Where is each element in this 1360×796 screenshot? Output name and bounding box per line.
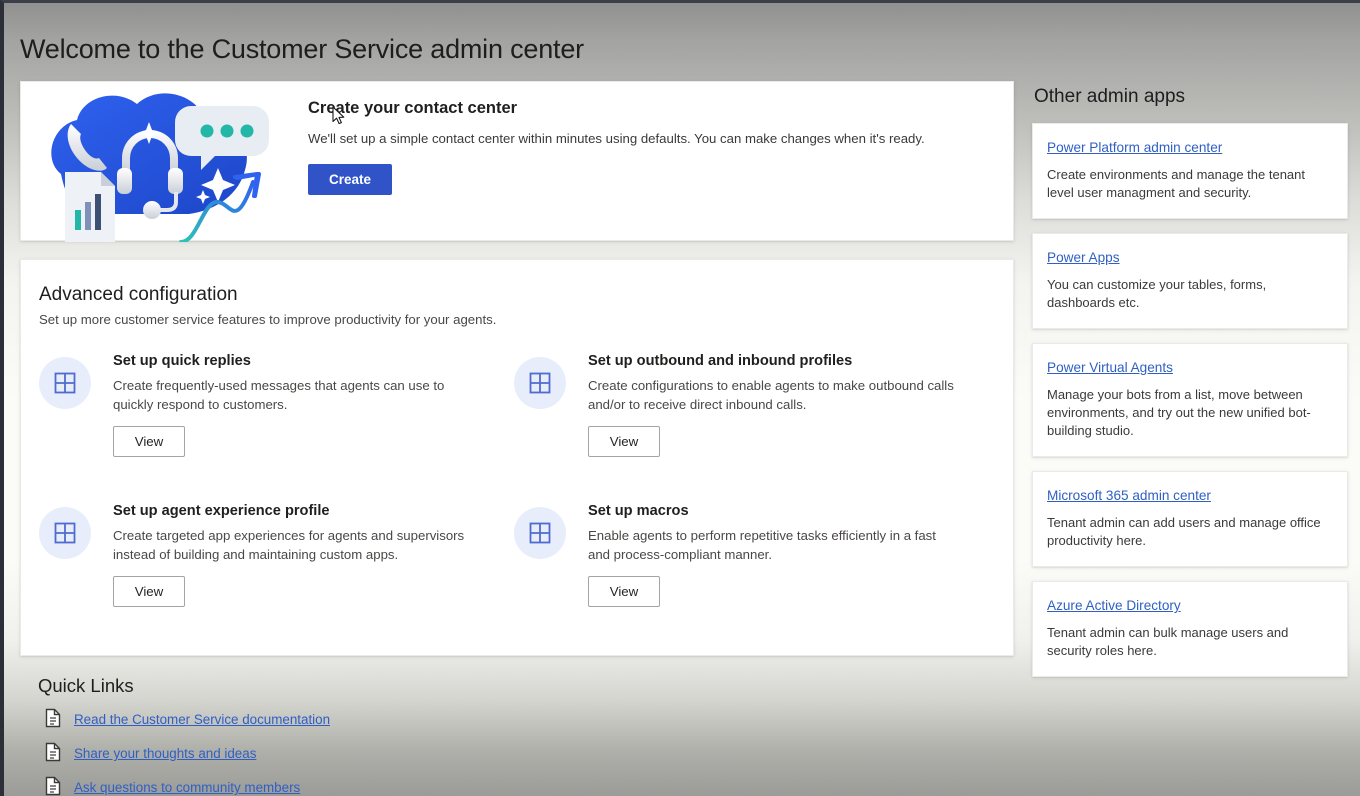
feature-title: Set up quick replies: [113, 351, 483, 371]
feature-description: Create frequently-used messages that age…: [113, 376, 483, 414]
view-quick-replies-button[interactable]: View: [113, 426, 185, 457]
page-title: Welcome to the Customer Service admin ce…: [4, 3, 1360, 67]
feature-body: Set up quick replies Create frequently-u…: [113, 351, 483, 457]
power-apps-link[interactable]: Power Apps: [1047, 249, 1120, 267]
feature-outbound-inbound-profiles: Set up outbound and inbound profiles Cre…: [514, 351, 991, 479]
other-admin-apps-column: Other admin apps Power Platform admin ce…: [1014, 81, 1348, 691]
feature-agent-experience-profile: Set up agent experience profile Create t…: [39, 501, 514, 629]
main-column: Create your contact center We'll set up …: [4, 81, 1014, 796]
azure-active-directory-link[interactable]: Azure Active Directory: [1047, 597, 1181, 615]
quick-link-label[interactable]: Read the Customer Service documentation: [74, 711, 330, 729]
feature-description: Enable agents to perform repetitive task…: [588, 526, 958, 564]
admin-app-card-power-platform: Power Platform admin center Create envir…: [1032, 123, 1348, 219]
feature-body: Set up outbound and inbound profiles Cre…: [588, 351, 958, 457]
advanced-configuration-title: Advanced configuration: [39, 282, 991, 308]
grid-icon: [514, 357, 566, 409]
feature-macros: Set up macros Enable agents to perform r…: [514, 501, 991, 629]
admin-app-card-microsoft-365: Microsoft 365 admin center Tenant admin …: [1032, 471, 1348, 567]
admin-app-card-power-virtual-agents: Power Virtual Agents Manage your bots fr…: [1032, 343, 1348, 457]
feature-title: Set up outbound and inbound profiles: [588, 351, 958, 371]
contact-center-illustration: [21, 82, 296, 242]
view-agent-experience-profile-button[interactable]: View: [113, 576, 185, 607]
quick-link-label[interactable]: Share your thoughts and ideas: [74, 745, 256, 763]
grid-icon: [39, 507, 91, 559]
power-platform-admin-center-link[interactable]: Power Platform admin center: [1047, 139, 1222, 157]
admin-app-description: Tenant admin can add users and manage of…: [1047, 514, 1331, 550]
feature-title: Set up macros: [588, 501, 958, 521]
feature-body: Set up agent experience profile Create t…: [113, 501, 483, 607]
admin-app-description: Tenant admin can bulk manage users and s…: [1047, 624, 1331, 660]
document-icon: [44, 776, 62, 796]
other-admin-apps-title: Other admin apps: [1034, 85, 1348, 109]
create-button[interactable]: Create: [308, 164, 392, 195]
admin-app-description: Create environments and manage the tenan…: [1047, 166, 1331, 202]
admin-app-card-azure-active-directory: Azure Active Directory Tenant admin can …: [1032, 581, 1348, 677]
admin-app-description: You can customize your tables, forms, da…: [1047, 276, 1331, 312]
create-contact-center-description: We'll set up a simple contact center wit…: [308, 130, 925, 148]
document-icon: [44, 708, 62, 733]
view-outbound-inbound-profiles-button[interactable]: View: [588, 426, 660, 457]
quick-link-row[interactable]: Ask questions to community members: [38, 777, 1014, 796]
grid-icon: [39, 357, 91, 409]
create-contact-center-body: Create your contact center We'll set up …: [296, 82, 945, 195]
quick-links-title: Quick Links: [38, 674, 1014, 698]
quick-link-row[interactable]: Share your thoughts and ideas: [38, 743, 1014, 765]
advanced-configuration-subtitle: Set up more customer service features to…: [39, 311, 991, 329]
page-layout: Create your contact center We'll set up …: [4, 67, 1360, 796]
feature-description: Create configurations to enable agents t…: [588, 376, 958, 414]
power-virtual-agents-link[interactable]: Power Virtual Agents: [1047, 359, 1173, 377]
quick-link-label[interactable]: Ask questions to community members: [74, 779, 300, 796]
advanced-configuration-card: Advanced configuration Set up more custo…: [20, 259, 1014, 656]
grid-icon: [514, 507, 566, 559]
admin-app-description: Manage your bots from a list, move betwe…: [1047, 386, 1331, 440]
microsoft-365-admin-center-link[interactable]: Microsoft 365 admin center: [1047, 487, 1211, 505]
document-icon: [44, 742, 62, 767]
create-contact-center-title: Create your contact center: [308, 98, 925, 118]
feature-body: Set up macros Enable agents to perform r…: [588, 501, 958, 607]
quick-link-row[interactable]: Read the Customer Service documentation: [38, 709, 1014, 731]
feature-quick-replies: Set up quick replies Create frequently-u…: [39, 351, 514, 479]
admin-app-card-power-apps: Power Apps You can customize your tables…: [1032, 233, 1348, 329]
quick-links-section: Quick Links Read the Customer Service do…: [20, 656, 1014, 796]
create-contact-center-card: Create your contact center We'll set up …: [20, 81, 1014, 241]
feature-title: Set up agent experience profile: [113, 501, 483, 521]
feature-grid: Set up quick replies Create frequently-u…: [39, 351, 991, 629]
view-macros-button[interactable]: View: [588, 576, 660, 607]
feature-description: Create targeted app experiences for agen…: [113, 526, 483, 564]
